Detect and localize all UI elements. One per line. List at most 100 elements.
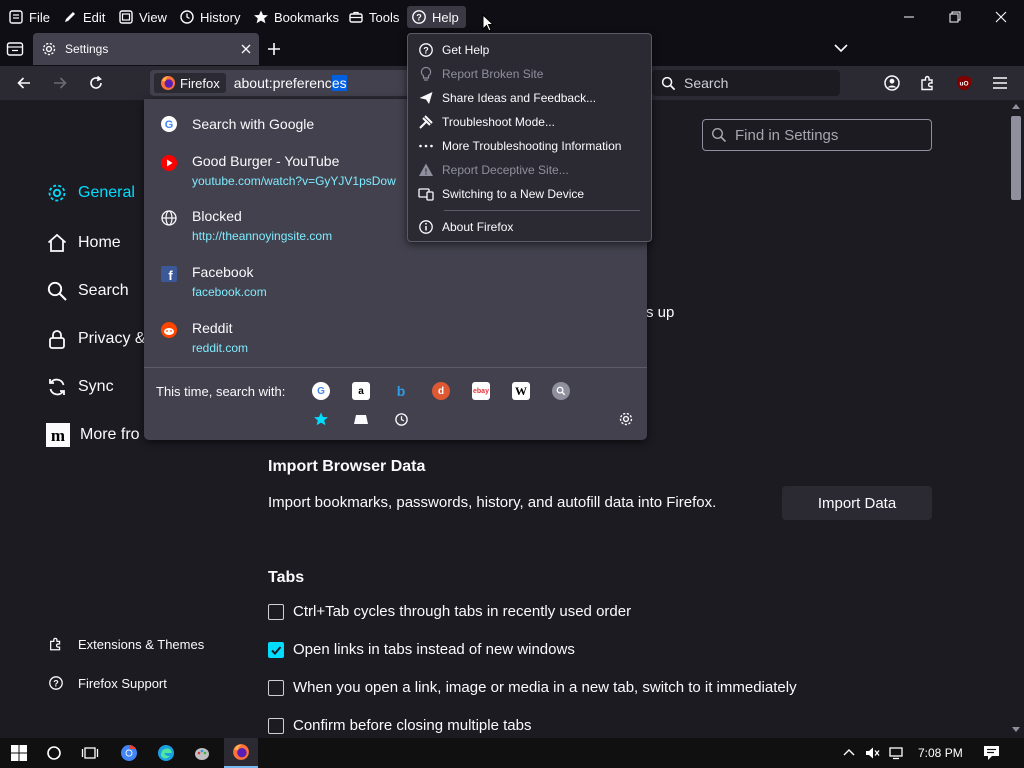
- category-home[interactable]: Home: [46, 232, 121, 254]
- edge-taskbar-button[interactable]: [155, 742, 177, 764]
- firefox-view-button[interactable]: [6, 41, 24, 57]
- engine-wikipedia-button[interactable]: W: [512, 382, 530, 400]
- engine-google-button[interactable]: G: [312, 382, 330, 400]
- notification-icon[interactable]: [983, 745, 1000, 761]
- svg-text:?: ?: [53, 679, 59, 689]
- svg-text:uO: uO: [959, 81, 968, 88]
- help-item-more-troubleshooting[interactable]: More Troubleshooting Information: [418, 138, 621, 154]
- result-row[interactable]: Blocked http://theannoyingsite.com: [160, 208, 332, 243]
- url-input[interactable]: about:preferenc es: [234, 75, 347, 91]
- firefox-support-label: Firefox Support: [78, 675, 167, 691]
- help-item-label: Switching to a New Device: [442, 187, 585, 201]
- bookmarks-search-button[interactable]: [312, 410, 330, 428]
- reload-icon: [90, 75, 102, 89]
- menu-view[interactable]: View: [114, 6, 171, 28]
- gear-icon: [42, 42, 56, 56]
- new-tab-button[interactable]: [266, 41, 282, 57]
- help-item-switching-device[interactable]: Switching to a New Device: [418, 186, 584, 202]
- result-row[interactable]: Reddit reddit.com: [160, 320, 248, 355]
- option-ctrl-tab[interactable]: Ctrl+Tab cycles through tabs in recently…: [268, 603, 631, 620]
- scroll-down-icon[interactable]: [1012, 727, 1020, 733]
- extensions-themes-link[interactable]: Extensions & Themes: [48, 636, 204, 652]
- page-scrollbar[interactable]: [1008, 100, 1024, 738]
- checkmark-icon: [271, 645, 282, 655]
- category-sync[interactable]: Sync: [46, 376, 114, 398]
- help-item-get-help[interactable]: ? Get Help: [418, 42, 489, 58]
- history-search-button[interactable]: [392, 410, 410, 428]
- restore-icon: [949, 11, 961, 22]
- toolbox-icon: [349, 11, 363, 23]
- search-suggestion-row[interactable]: G Search with Google: [160, 114, 314, 133]
- svg-text:?: ?: [416, 13, 422, 23]
- forward-button[interactable]: [47, 71, 73, 95]
- checkbox[interactable]: [268, 717, 284, 734]
- search-placeholder: Search: [684, 75, 729, 91]
- app-menu-button[interactable]: [987, 71, 1013, 95]
- engine-ebay-button[interactable]: ebay: [472, 382, 490, 400]
- option-confirm-close[interactable]: Confirm before closing multiple tabs: [268, 717, 531, 734]
- chrome-taskbar-button[interactable]: [118, 742, 140, 764]
- category-search[interactable]: Search: [46, 280, 129, 302]
- option-switch-to-new-tab[interactable]: When you open a link, image or media in …: [268, 679, 797, 696]
- engine-duckduckgo-button[interactable]: d: [432, 382, 450, 400]
- search-taskbar-button[interactable]: [43, 742, 65, 764]
- firefox-taskbar-button[interactable]: [224, 738, 258, 768]
- close-window-button[interactable]: [978, 0, 1024, 33]
- checkbox[interactable]: [268, 641, 284, 658]
- find-in-settings-input[interactable]: Find in Settings: [702, 119, 932, 151]
- menu-tools[interactable]: Tools: [344, 6, 403, 28]
- engine-amazon-button[interactable]: a: [352, 382, 370, 400]
- help-item-share-feedback[interactable]: Share Ideas and Feedback...: [418, 90, 596, 106]
- menu-file[interactable]: File: [4, 6, 54, 28]
- help-item-troubleshoot-mode[interactable]: Troubleshoot Mode...: [418, 114, 555, 130]
- category-privacy[interactable]: Privacy &: [46, 328, 146, 350]
- help-item-about-firefox[interactable]: About Firefox: [418, 219, 513, 235]
- search-bar[interactable]: Search: [652, 70, 840, 96]
- result-row[interactable]: f Facebook facebook.com: [160, 264, 267, 299]
- checkbox[interactable]: [268, 603, 284, 620]
- engine-bing-button[interactable]: b: [392, 382, 410, 400]
- extensions-themes-label: Extensions & Themes: [78, 636, 205, 652]
- extensions-button[interactable]: [915, 71, 941, 95]
- search-settings-button[interactable]: [617, 410, 635, 428]
- menu-help[interactable]: ? Help: [407, 6, 466, 28]
- lock-icon: [49, 330, 65, 349]
- app-taskbar-button[interactable]: [191, 742, 213, 764]
- restore-button[interactable]: [932, 0, 978, 33]
- category-general[interactable]: General: [46, 182, 135, 204]
- firefox-support-link[interactable]: ? Firefox Support: [48, 675, 167, 691]
- task-view-icon: [81, 747, 99, 759]
- close-tab-icon[interactable]: [241, 44, 251, 54]
- chevron-up-icon[interactable]: [843, 748, 855, 756]
- one-off-label: This time, search with:: [156, 384, 286, 399]
- start-button[interactable]: [8, 742, 30, 764]
- tab-settings[interactable]: Settings: [33, 33, 259, 65]
- mouse-cursor-icon: [482, 14, 494, 32]
- result-row[interactable]: Good Burger - YouTube youtube.com/watch?v…: [160, 153, 396, 188]
- import-data-button[interactable]: Import Data: [782, 486, 932, 520]
- option-open-links-in-tabs[interactable]: Open links in tabs instead of new window…: [268, 641, 575, 658]
- checkbox[interactable]: [268, 679, 284, 696]
- menu-edit[interactable]: Edit: [58, 6, 109, 28]
- network-icon[interactable]: [889, 746, 907, 760]
- engine-other-button[interactable]: [552, 382, 570, 400]
- menu-history[interactable]: History: [175, 6, 244, 28]
- scroll-thumb[interactable]: [1011, 116, 1021, 200]
- tabs-search-button[interactable]: [352, 410, 370, 428]
- lightbulb-icon: [420, 66, 432, 81]
- account-button[interactable]: [879, 71, 905, 95]
- ublock-button[interactable]: uO: [951, 71, 977, 95]
- identity-box[interactable]: Firefox: [154, 73, 226, 93]
- list-all-tabs-button[interactable]: [834, 43, 848, 53]
- speaker-muted-icon[interactable]: [865, 746, 881, 760]
- taskbar-clock[interactable]: 7:08 PM: [918, 746, 963, 760]
- scroll-up-icon[interactable]: [1012, 103, 1020, 109]
- minimize-button[interactable]: [886, 0, 932, 33]
- category-more-from-mozilla[interactable]: m More fro: [46, 423, 140, 447]
- task-view-button[interactable]: [79, 742, 101, 764]
- menu-bookmarks[interactable]: Bookmarks: [249, 6, 343, 28]
- back-button[interactable]: [11, 71, 37, 95]
- result-url: reddit.com: [192, 341, 249, 355]
- reload-button[interactable]: [83, 71, 109, 95]
- menu-history-label: History: [200, 9, 241, 25]
